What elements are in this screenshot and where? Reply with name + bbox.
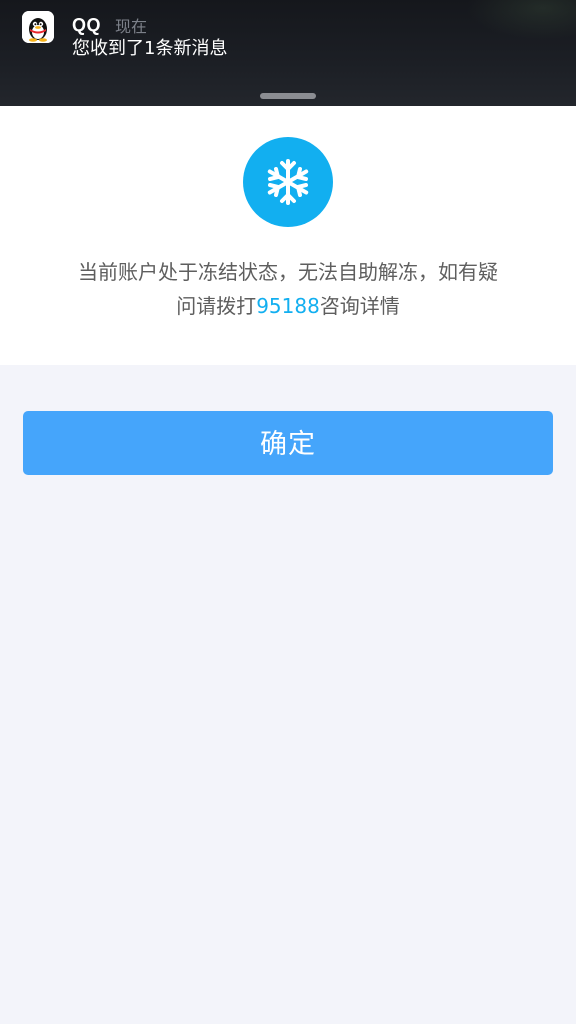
drag-handle[interactable] — [260, 93, 316, 99]
page: QQ 现在 您收到了1条新消息 当前账户处于冻结状态，无法自助解冻，如有疑 问请… — [0, 0, 576, 1024]
notification-time: 现在 — [115, 17, 148, 36]
phone-number-link[interactable]: 95188 — [256, 294, 320, 318]
qq-penguin-icon — [22, 11, 54, 43]
snowflake-icon — [243, 137, 333, 227]
message-line-2-tail: 咨询详情 — [319, 294, 400, 318]
message-line-1: 当前账户处于冻结状态，无法自助解冻，如有疑 — [78, 260, 498, 284]
notification-banner[interactable]: QQ 现在 您收到了1条新消息 — [0, 0, 576, 106]
notification-message: 您收到了1条新消息 — [72, 38, 228, 59]
notification-app-name: QQ — [72, 15, 102, 35]
frozen-account-message: 当前账户处于冻结状态，无法自助解冻，如有疑 问请拨打95188咨询详情 — [40, 255, 536, 323]
confirm-button[interactable]: 确定 — [23, 411, 553, 475]
message-line-2: 问请拨打 — [176, 294, 257, 318]
